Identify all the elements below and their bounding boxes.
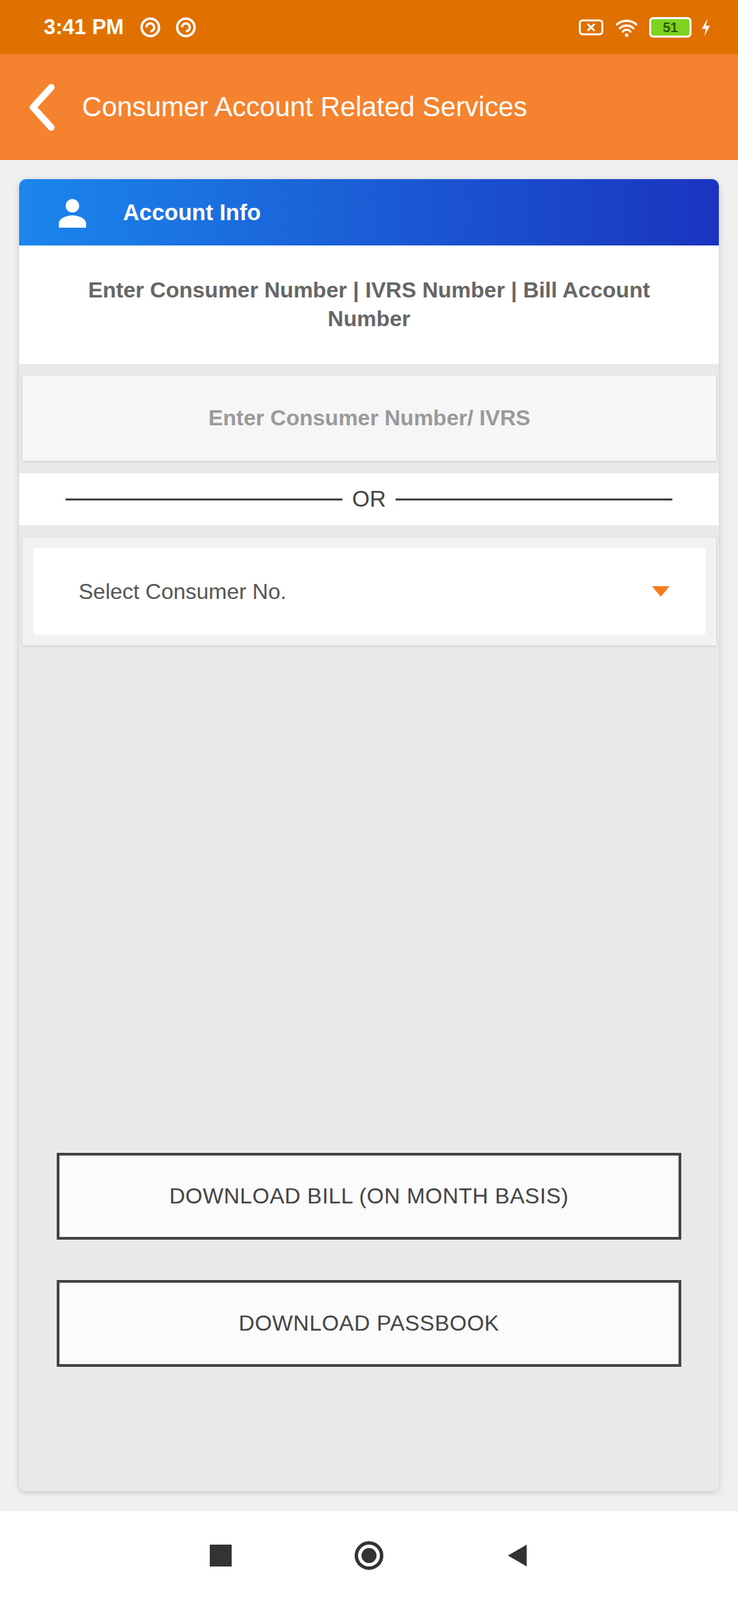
app-bar: Consumer Account Related Services xyxy=(0,53,738,160)
recents-icon[interactable] xyxy=(209,1543,232,1566)
consumer-select[interactable]: Select Consumer No. xyxy=(22,537,717,646)
navigation-bar xyxy=(0,1510,738,1599)
battery-icon: 51 xyxy=(649,17,692,38)
status-time: 3:41 PM xyxy=(43,15,124,40)
account-card: Account Info Enter Consumer Number | IVR… xyxy=(19,179,719,1491)
notification-icon xyxy=(137,15,164,39)
page-body: Account Info Enter Consumer Number | IVR… xyxy=(0,159,738,1511)
dropdown-arrow-icon xyxy=(651,585,670,597)
status-bar: 3:41 PM 51 xyxy=(0,0,738,54)
charging-icon xyxy=(701,17,711,37)
consumer-number-input[interactable] xyxy=(22,375,717,461)
back-icon[interactable] xyxy=(506,1542,529,1567)
back-arrow-icon[interactable] xyxy=(27,83,57,132)
background-photo: OR Select Consumer No. DOWNLOAD BILL (ON… xyxy=(19,363,719,1491)
select-placeholder: Select Consumer No. xyxy=(78,578,287,605)
app-bar-title: Consumer Account Related Services xyxy=(82,91,527,123)
download-button[interactable]: DOWNLOAD PASSBOOK xyxy=(56,1279,682,1366)
download-button[interactable]: DOWNLOAD BILL (ON MONTH BASIS) xyxy=(56,1152,682,1239)
person-icon xyxy=(56,196,89,229)
card-header: Account Info xyxy=(19,179,719,246)
screen: 3:41 PM 51 Consumer Account Related Serv… xyxy=(0,0,738,1599)
or-divider: OR xyxy=(19,472,719,525)
notification-icon xyxy=(172,15,199,39)
instruction-text: Enter Consumer Number | IVRS Number | Bi… xyxy=(19,245,719,364)
home-icon[interactable] xyxy=(354,1540,384,1569)
no-sim-icon xyxy=(578,15,605,39)
card-title: Account Info xyxy=(123,199,262,226)
wifi-icon xyxy=(613,15,640,39)
